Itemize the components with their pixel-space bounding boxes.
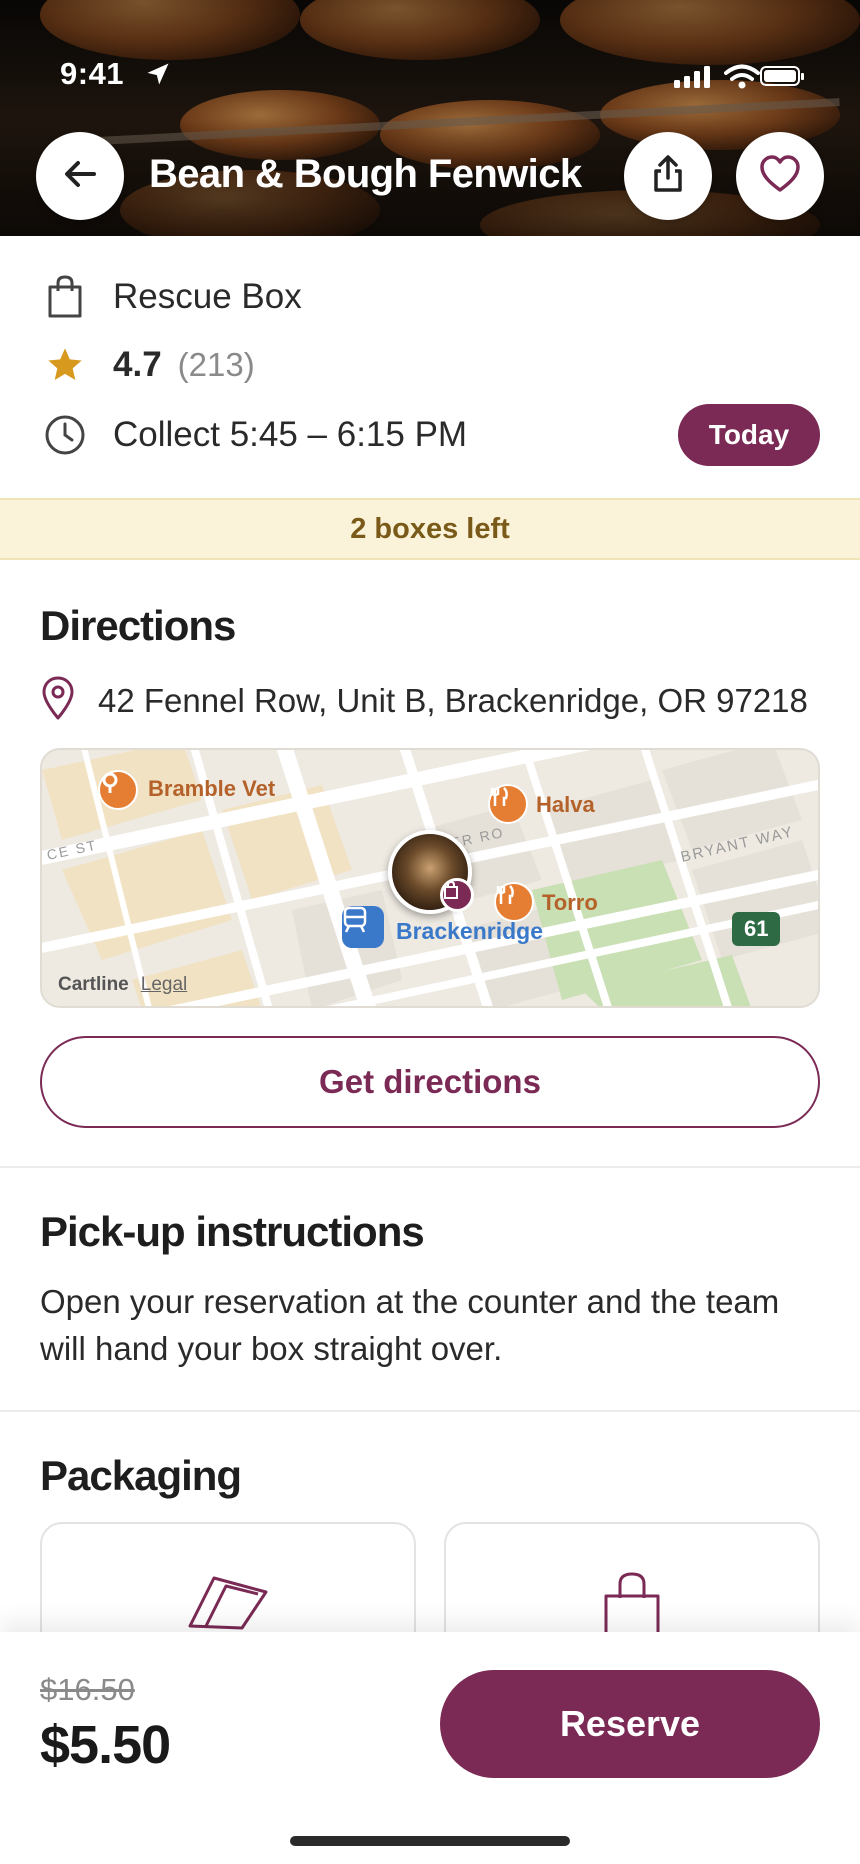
pickup-heading: Pick-up instructions (40, 1208, 425, 1255)
clock-icon (40, 410, 90, 460)
wifi-icon (724, 64, 760, 95)
checkout-bar: $16.50 $5.50 Reserve (0, 1632, 860, 1864)
map-attribution: Cartline Legal (58, 974, 187, 996)
reserve-button[interactable]: Reserve (440, 1670, 820, 1778)
shopping-bag-icon (440, 878, 474, 912)
cellular-signal-icon (674, 66, 712, 93)
share-button[interactable] (624, 132, 712, 220)
address-row: 42 Fennel Row, Unit B, Brackenridge, OR … (40, 676, 808, 725)
poi-label-halva: Halva (536, 792, 595, 817)
poi-label-vet: Bramble Vet (148, 776, 276, 801)
status-bar: 9:41 (0, 54, 860, 94)
collect-time: Collect 5:45 – 6:15 PM (113, 415, 468, 454)
stock-banner: 2 boxes left (0, 498, 860, 560)
directions-heading: Directions (40, 602, 236, 649)
store-title: Bean & Bough Fenwick (149, 152, 582, 196)
restaurant-poi-icon[interactable] (488, 784, 528, 824)
offer-name: Rescue Box (113, 277, 302, 316)
offer-name-row: Rescue Box (40, 272, 302, 322)
location-map[interactable]: CE ST ER RO BRYANT WAY Bramble Vet Halva… (40, 748, 820, 1008)
poi-label-torro: Torro (542, 890, 598, 915)
get-directions-button[interactable]: Get directions (40, 1036, 820, 1128)
section-divider (0, 1410, 860, 1412)
pickup-instructions: Open your reservation at the counter and… (40, 1283, 780, 1367)
station-label: Brackenridge (396, 918, 544, 944)
heart-icon (759, 154, 801, 198)
rating-row[interactable]: 4.7 (213) (40, 340, 255, 390)
rating-value: 4.7 (113, 345, 162, 384)
status-time: 9:41 (60, 56, 125, 91)
discounted-price: $5.50 (40, 1715, 171, 1775)
section-divider (0, 1166, 860, 1168)
favorite-button[interactable] (736, 132, 824, 220)
vet-poi-icon[interactable] (98, 770, 138, 810)
day-badge: Today (678, 404, 820, 466)
shopping-bag-icon (40, 272, 90, 322)
share-icon (648, 154, 688, 199)
box-icon (186, 1572, 270, 1637)
hero-image: 9:41 Bean & Bough Fenwick (0, 0, 860, 236)
route-badge: 61 (732, 912, 781, 946)
arrow-left-icon (60, 154, 100, 199)
restaurant-poi-icon[interactable] (494, 882, 534, 922)
location-arrow-icon (144, 60, 172, 93)
home-indicator[interactable] (290, 1836, 570, 1846)
back-button[interactable] (36, 132, 124, 220)
store-address: 42 Fennel Row, Unit B, Brackenridge, OR … (98, 681, 808, 719)
star-icon (40, 340, 90, 390)
transit-station-icon[interactable] (342, 906, 384, 948)
rating-count: (213) (177, 346, 255, 383)
collect-time-row: Collect 5:45 – 6:15 PM (40, 410, 467, 460)
packaging-heading: Packaging (40, 1452, 242, 1499)
map-provider: Cartline (58, 974, 129, 995)
map-legal-link[interactable]: Legal (141, 974, 188, 995)
location-pin-icon (40, 676, 76, 725)
original-price: $16.50 (40, 1672, 135, 1707)
battery-icon (760, 66, 804, 86)
store-map-pin[interactable] (388, 830, 474, 914)
